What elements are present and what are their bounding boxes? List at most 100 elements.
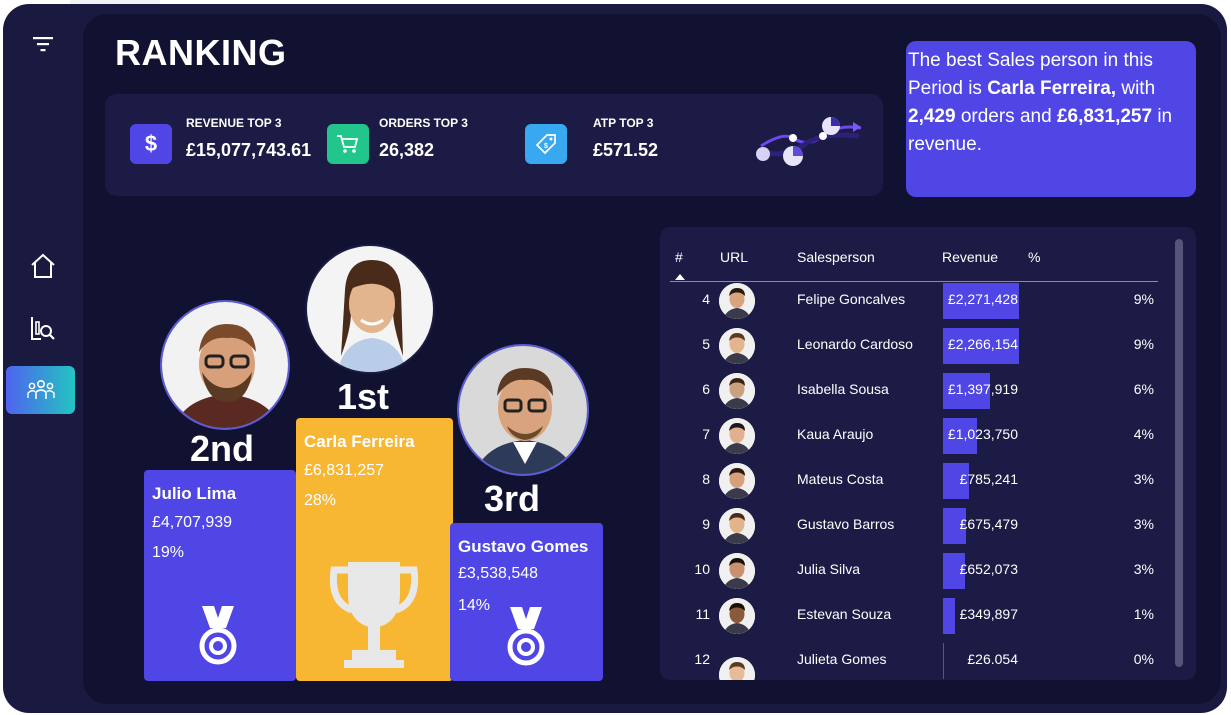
podium-revenue: £3,538,548 [458, 565, 539, 582]
podium-first: Carla Ferreira £6,831,257 28% [296, 418, 453, 681]
row-pct: 3% [1133, 561, 1154, 577]
row-revenue: £652,073 [959, 561, 1018, 577]
row-revenue: £785,241 [959, 471, 1018, 487]
column-header-pct[interactable]: % [1028, 249, 1040, 265]
table-row[interactable]: 10 Julia Silva £652,073 3% [660, 553, 1180, 602]
row-salesperson: Estevan Souza [797, 606, 892, 622]
avatar [305, 244, 435, 374]
row-revenue: £26.054 [967, 651, 1018, 667]
table-row[interactable]: 5 Leonardo Cardoso £2,266,154 9% [660, 328, 1180, 377]
analytics-illustration [753, 114, 868, 176]
price-tag-icon: $ [525, 124, 567, 164]
row-salesperson: Kaua Araujo [797, 426, 874, 442]
table-row[interactable]: 7 Kaua Araujo £1,023,750 4% [660, 418, 1180, 467]
callout-orders: 2,429 [908, 106, 956, 127]
row-pct: 1% [1133, 606, 1154, 622]
column-header-rank[interactable]: # [675, 249, 683, 265]
podium-revenue: £6,831,257 [304, 462, 385, 479]
row-pct: 9% [1133, 291, 1154, 307]
row-salesperson: Julia Silva [797, 561, 861, 577]
row-revenue: £675,479 [959, 516, 1018, 532]
row-salesperson: Gustavo Barros [797, 516, 895, 532]
table-row[interactable]: 11 Estevan Souza £349,897 1% [660, 598, 1180, 647]
row-revenue: £1,023,750 [947, 426, 1018, 442]
avatar [719, 657, 755, 680]
podium-share: 19% [152, 544, 185, 561]
sidebar [3, 4, 83, 713]
row-rank: 5 [702, 336, 710, 352]
row-rank: 12 [694, 651, 710, 667]
svg-text:$: $ [544, 143, 548, 150]
avatar [719, 373, 755, 409]
vertical-scrollbar[interactable] [1175, 239, 1183, 667]
table-row[interactable]: 4 Felipe Goncalves £2,271,428 9% [660, 283, 1180, 332]
podium-revenue: £4,707,939 [152, 514, 233, 531]
medal-icon [502, 605, 550, 672]
revenue-bar [943, 598, 955, 634]
page-title: RANKING [115, 32, 287, 73]
podium-name: Julio Lima [152, 484, 237, 503]
place-label: 1st [337, 376, 390, 417]
revenue-bar [943, 643, 944, 679]
row-rank: 10 [694, 561, 710, 577]
row-salesperson: Leonardo Cardoso [797, 336, 913, 352]
row-pct: 0% [1133, 651, 1154, 667]
chart-search-icon[interactable] [27, 312, 59, 344]
table-row[interactable]: 8 Mateus Costa £785,241 3% [660, 463, 1180, 512]
filter-icon[interactable] [29, 32, 57, 56]
avatar [160, 300, 290, 430]
column-header-salesperson[interactable]: Salesperson [797, 249, 875, 265]
avatar [719, 283, 755, 319]
row-rank: 8 [702, 471, 710, 487]
row-salesperson: Mateus Costa [797, 471, 884, 487]
row-revenue: £2,271,428 [947, 291, 1018, 307]
avatar [719, 418, 755, 454]
row-pct: 3% [1133, 516, 1154, 532]
dollar-icon: $ [130, 124, 172, 164]
main-panel: RANKING $ REVENUE TOP 3 £15,077,743.61 O… [83, 14, 1221, 704]
team-icon[interactable] [6, 366, 75, 414]
home-icon[interactable] [27, 250, 59, 282]
row-revenue: £1,397,919 [947, 381, 1018, 397]
avatar [457, 344, 589, 476]
callout-text: orders and [955, 106, 1057, 127]
table-row[interactable]: 6 Isabella Sousa £1,397,919 6% [660, 373, 1180, 422]
column-header-revenue[interactable]: Revenue [942, 249, 998, 265]
ranking-table: # URL Salesperson Revenue % 4 Felipe Gonc… [660, 227, 1196, 680]
column-header-url[interactable]: URL [720, 249, 748, 265]
cart-icon [327, 124, 369, 164]
row-salesperson: Julieta Gomes [797, 651, 887, 667]
row-revenue: £349,897 [959, 606, 1018, 622]
place-label: 3rd [484, 478, 541, 519]
row-pct: 3% [1133, 471, 1154, 487]
table-row[interactable]: 9 Gustavo Barros £675,479 3% [660, 508, 1180, 557]
podium-share: 14% [458, 597, 491, 614]
header-divider [670, 281, 1158, 282]
row-pct: 6% [1133, 381, 1154, 397]
trophy-icon [326, 558, 422, 675]
avatar [719, 553, 755, 589]
podium-second: Julio Lima £4,707,939 19% [144, 470, 296, 681]
podium-name: Carla Ferreira [304, 432, 415, 451]
row-rank: 9 [702, 516, 710, 532]
row-rank: 4 [702, 291, 710, 307]
callout-name: Carla Ferreira, [987, 78, 1117, 99]
kpi-label: ATP TOP 3 [593, 116, 654, 130]
row-rank: 11 [695, 606, 710, 622]
row-pct: 4% [1133, 426, 1154, 442]
row-rank: 7 [702, 426, 710, 442]
sort-ascending-icon[interactable] [675, 267, 685, 285]
podium-name: Gustavo Gomes [458, 537, 589, 556]
callout-text: with [1116, 78, 1156, 99]
kpi-value: 26,382 [379, 140, 435, 160]
avatar [719, 328, 755, 364]
avatar [719, 508, 755, 544]
kpi-value: £571.52 [593, 140, 659, 160]
kpi-label: ORDERS TOP 3 [379, 116, 468, 130]
avatar [719, 598, 755, 634]
medal-icon [194, 604, 242, 671]
table-row[interactable]: 12 Julieta Gomes £26.054 0% [660, 643, 1180, 680]
row-rank: 6 [702, 381, 710, 397]
kpi-label: REVENUE TOP 3 [186, 116, 282, 130]
place-label: 2nd [190, 428, 255, 469]
